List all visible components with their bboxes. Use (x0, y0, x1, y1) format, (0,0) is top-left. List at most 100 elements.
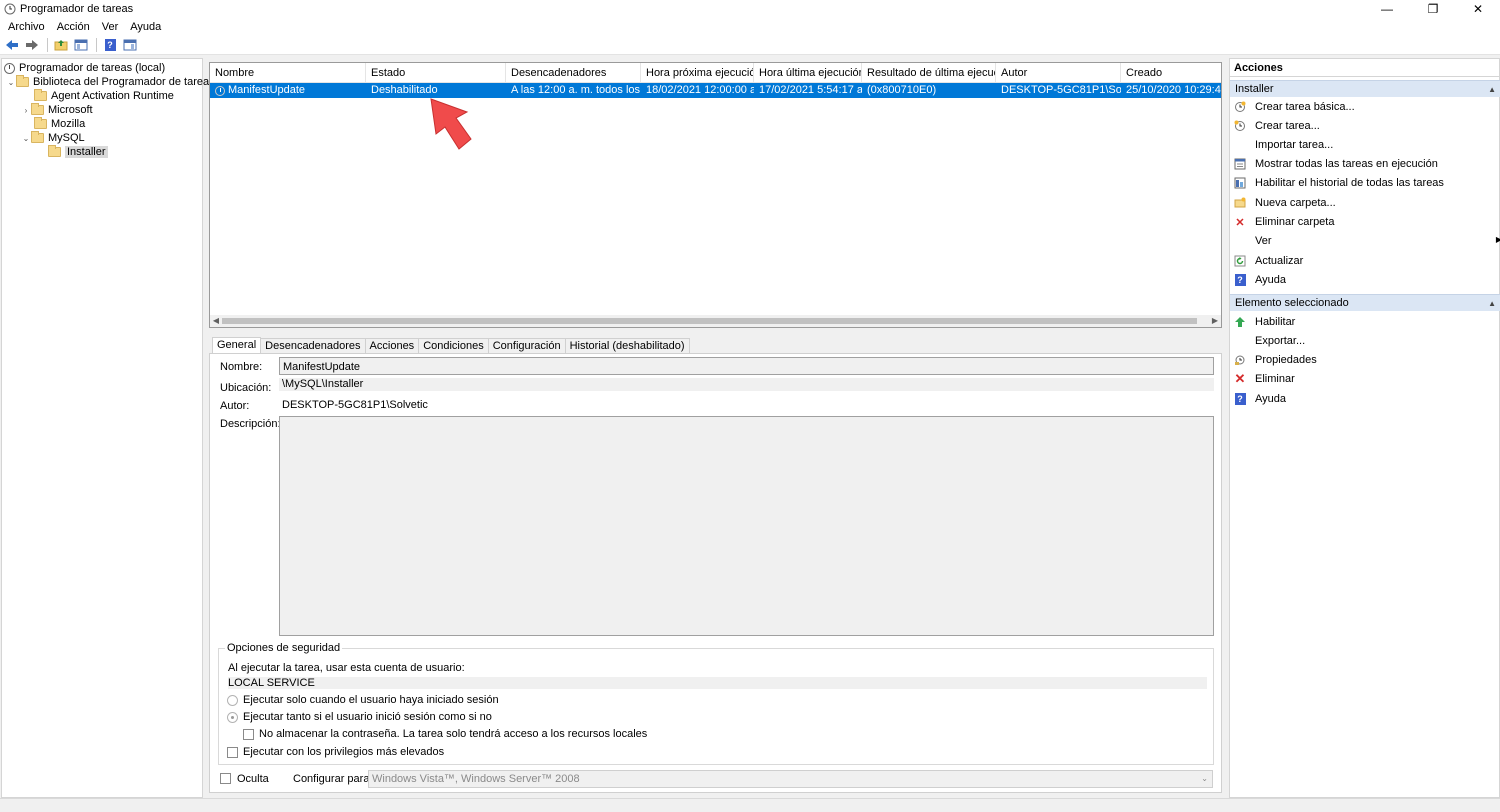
do-not-store-password-checkbox[interactable] (243, 729, 254, 740)
radio-run-whether-logged-on-label: Ejecutar tanto si el usuario inició sesi… (243, 711, 492, 723)
description-label: Descripción: (220, 418, 281, 430)
column-header-nombre[interactable]: Nombre (210, 63, 366, 83)
new-folder-icon (1234, 197, 1246, 209)
tree-item-microsoft[interactable]: › Microsoft (21, 103, 93, 117)
column-header-desencadenadores[interactable]: Desencadenadores (506, 63, 641, 83)
tree-item-root[interactable]: Programador de tareas (local) (4, 61, 165, 75)
actions-section-selected-item[interactable]: Elemento seleccionado ▲ (1230, 294, 1500, 311)
pane-splitter[interactable] (209, 329, 1222, 333)
chevron-right-icon[interactable]: › (21, 106, 31, 115)
tab-condiciones[interactable]: Condiciones (418, 338, 489, 354)
tab-historial[interactable]: Historial (deshabilitado) (564, 338, 690, 354)
restore-button[interactable]: ❐ (1410, 0, 1456, 18)
scroll-left-icon[interactable]: ◀ (210, 315, 222, 327)
enable-arrow-icon (1234, 316, 1246, 328)
show-hide-tree-icon[interactable] (72, 36, 90, 54)
column-header-hora-proxima[interactable]: Hora próxima ejecución (641, 63, 754, 83)
close-button[interactable]: ✕ (1455, 0, 1500, 18)
create-basic-task-icon (1234, 101, 1246, 113)
action-label: Actualizar (1255, 255, 1304, 267)
tree-item-library[interactable]: ⌄ Biblioteca del Programador de tareas (6, 75, 215, 89)
action-label: Eliminar carpeta (1255, 216, 1335, 228)
actions-title: Acciones (1230, 59, 1500, 77)
forward-icon[interactable] (23, 36, 41, 54)
action-label: Eliminar (1255, 373, 1295, 385)
radio-run-whether-logged-on[interactable] (227, 712, 238, 723)
tab-acciones[interactable]: Acciones (364, 338, 420, 354)
back-icon[interactable] (3, 36, 21, 54)
action-label: Crear tarea básica... (1255, 101, 1355, 113)
action-label: Habilitar el historial de todas las tare… (1255, 177, 1444, 189)
table-cell-hora-ultima: 17/02/2021 5:54:17 a. m. (759, 84, 862, 96)
action-import-task[interactable]: Importar tarea... (1234, 137, 1333, 153)
tree-label: MySQL (48, 132, 85, 144)
help-icon[interactable]: ? (101, 36, 119, 54)
toolbar-separator (47, 37, 48, 52)
chevron-down-icon[interactable]: ⌄ (6, 78, 16, 87)
navigation-tree: Programador de tareas (local) ⌄ Bibliote… (1, 58, 215, 798)
actions-pane: Acciones Installer ▲ Crear tarea básica.… (1229, 58, 1500, 798)
tree-item-mozilla[interactable]: Mozilla (34, 117, 85, 131)
show-hide-action-pane-icon[interactable] (121, 36, 139, 54)
menu-ver[interactable]: Ver (96, 21, 125, 33)
action-create-basic-task[interactable]: Crear tarea básica... (1234, 99, 1355, 115)
toolbar: ? (0, 35, 1500, 55)
action-new-folder[interactable]: Nueva carpeta... (1234, 195, 1336, 211)
minimize-button[interactable]: — (1364, 0, 1410, 18)
column-header-resultado[interactable]: Resultado de última ejecución (862, 63, 996, 83)
action-help[interactable]: ? Ayuda (1234, 272, 1286, 288)
action-create-task[interactable]: Crear tarea... (1234, 118, 1320, 134)
action-view[interactable]: Ver ▶ (1234, 233, 1500, 249)
table-row[interactable]: ManifestUpdate Deshabilitado A las 12:00… (210, 83, 1221, 98)
highest-privileges-checkbox[interactable] (227, 747, 238, 758)
collapse-icon[interactable]: ▲ (1488, 295, 1496, 312)
column-header-hora-ultima[interactable]: Hora última ejecución (754, 63, 862, 83)
action-label: Ayuda (1255, 274, 1286, 286)
menu-archivo[interactable]: Archivo (2, 21, 51, 33)
tree-item-mysql[interactable]: ⌄ MySQL (21, 131, 85, 145)
action-enable-history[interactable]: Habilitar el historial de todas las tare… (1234, 175, 1444, 191)
configure-for-select[interactable]: Windows Vista™, Windows Server™ 2008 ⌄ (368, 770, 1213, 788)
table-cell-hora-proxima: 18/02/2021 12:00:00 a. m. (646, 84, 754, 96)
action-export[interactable]: Exportar... (1234, 333, 1305, 349)
action-delete[interactable]: ✕ Eliminar (1234, 371, 1295, 387)
action-show-running-tasks[interactable]: Mostrar todas las tareas en ejecución (1234, 156, 1438, 172)
actions-section-installer[interactable]: Installer ▲ (1230, 80, 1500, 97)
up-folder-icon[interactable] (52, 36, 70, 54)
tab-configuracion[interactable]: Configuración (487, 338, 566, 354)
action-enable[interactable]: Habilitar (1234, 314, 1295, 330)
collapse-icon[interactable]: ▲ (1488, 81, 1496, 98)
action-label: Propiedades (1255, 354, 1317, 366)
horizontal-scrollbar[interactable]: ◀ ▶ (210, 315, 1221, 327)
hidden-checkbox[interactable] (220, 773, 231, 784)
menu-accion[interactable]: Acción (51, 21, 96, 33)
tab-general[interactable]: General (212, 337, 262, 354)
security-options-legend: Opciones de seguridad (225, 642, 343, 654)
name-field[interactable]: ManifestUpdate (279, 357, 1214, 375)
radio-run-only-logged-on[interactable] (227, 695, 238, 706)
column-header-estado[interactable]: Estado (366, 63, 506, 83)
action-label: Habilitar (1255, 316, 1296, 328)
action-properties[interactable]: Propiedades (1234, 352, 1317, 368)
scrollbar-thumb[interactable] (222, 318, 1197, 324)
chevron-down-icon[interactable]: ⌄ (21, 134, 31, 143)
task-name: ManifestUpdate (228, 84, 306, 96)
action-help-selected[interactable]: ? Ayuda (1234, 391, 1286, 407)
create-task-icon (1234, 120, 1246, 132)
column-header-creado[interactable]: Creado (1121, 63, 1221, 83)
scroll-right-icon[interactable]: ▶ (1209, 315, 1221, 327)
action-label: Nueva carpeta... (1255, 197, 1336, 209)
detail-tabs: General Desencadenadores Acciones Condic… (212, 337, 690, 354)
radio-run-only-logged-on-label: Ejecutar solo cuando el usuario haya ini… (243, 694, 499, 706)
location-label: Ubicación: (220, 382, 272, 394)
menu-ayuda[interactable]: Ayuda (124, 21, 167, 33)
refresh-icon (1234, 255, 1246, 267)
description-field[interactable] (279, 416, 1214, 636)
section-label: Installer (1235, 83, 1274, 95)
tree-item-installer[interactable]: Installer (48, 145, 108, 159)
tab-desencadenadores[interactable]: Desencadenadores (260, 338, 366, 354)
action-delete-folder[interactable]: ✕ Eliminar carpeta (1234, 214, 1334, 230)
tree-item-agent-activation-runtime[interactable]: Agent Activation Runtime (34, 89, 174, 103)
column-header-autor[interactable]: Autor (996, 63, 1121, 83)
action-refresh[interactable]: Actualizar (1234, 253, 1303, 269)
